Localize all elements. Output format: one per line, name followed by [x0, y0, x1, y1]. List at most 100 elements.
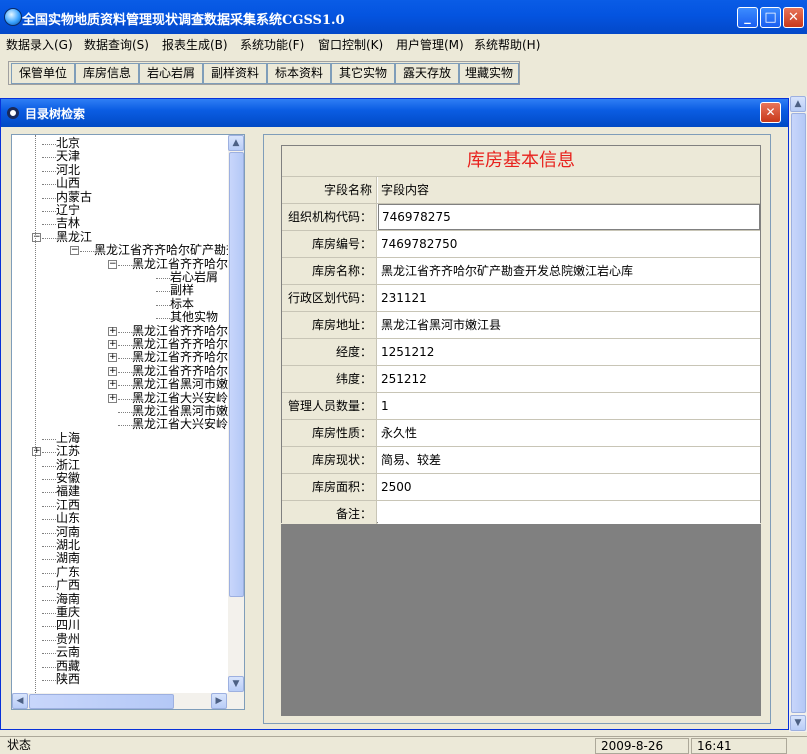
tree-node-warehouse[interactable]: 黑龙江省大兴安岭	[132, 418, 228, 431]
menu-user-management[interactable]: 用户管理(M)	[396, 36, 464, 53]
tree-node-province[interactable]: 四川	[56, 619, 80, 632]
tree-node-category[interactable]: 副样	[170, 284, 194, 297]
main-scroll-down-icon[interactable]: ▼	[790, 715, 806, 731]
menu-data-query[interactable]: 数据查询(S)	[84, 36, 149, 53]
tree-node-province[interactable]: 广西	[56, 579, 80, 592]
tree-node-province[interactable]: 内蒙古	[56, 190, 92, 204]
tree-node-province[interactable]: 云南	[56, 646, 80, 659]
field-value[interactable]: 2500	[378, 474, 760, 500]
tool-buried-samples[interactable]: 埋藏实物	[459, 63, 519, 84]
expand-icon[interactable]: +	[108, 340, 117, 349]
scroll-left-icon[interactable]: ◀	[12, 693, 28, 709]
child-close-button[interactable]: ✕	[760, 102, 781, 123]
table-header-row: 字段名称 字段内容	[282, 176, 760, 203]
tree-node-province[interactable]: 江西	[56, 498, 80, 512]
tree-vscroll-thumb[interactable]	[229, 152, 244, 597]
main-scroll-up-icon[interactable]: ▲	[790, 96, 806, 112]
tree-node-warehouse[interactable]: 黑龙江省齐齐哈尔	[132, 351, 228, 364]
tree-node-province[interactable]: 黑龙江	[56, 230, 92, 244]
tool-open-air-storage[interactable]: 露天存放	[395, 63, 459, 84]
tree-node-province[interactable]: 海南	[56, 592, 80, 606]
field-value[interactable]: 746978275	[378, 204, 760, 230]
scroll-right-icon[interactable]: ▶	[211, 693, 227, 709]
tree-vertical-scrollbar[interactable]: ▲ ▼	[228, 135, 244, 693]
expand-icon[interactable]: +	[108, 353, 117, 363]
collapse-icon[interactable]: −	[70, 246, 79, 256]
field-value[interactable]: 永久性	[378, 420, 760, 446]
tree-node-category[interactable]: 标本	[170, 297, 194, 311]
field-value[interactable]: 黑龙江省黑河市嫩江县	[378, 312, 760, 338]
tree-connector	[42, 237, 56, 239]
tool-specimens[interactable]: 标本资料	[267, 63, 331, 84]
field-value[interactable]: 251212	[378, 366, 760, 392]
tree-node-province[interactable]: 江苏	[56, 445, 80, 458]
app-globe-icon	[4, 8, 22, 26]
tree-node-province[interactable]: 陕西	[56, 673, 80, 686]
scroll-up-icon[interactable]: ▲	[228, 135, 244, 151]
tree-node-province[interactable]: 天津	[56, 150, 80, 163]
expand-icon[interactable]: +	[108, 393, 117, 403]
close-button[interactable]: ✕	[783, 7, 804, 28]
field-value[interactable]: 黑龙江省齐齐哈尔矿产勘查开发总院嫩江岩心库	[378, 258, 760, 284]
tool-duplicate-samples[interactable]: 副样资料	[203, 63, 267, 84]
tool-warehouse-info[interactable]: 库房信息	[75, 63, 139, 84]
field-value[interactable]: 1251212	[378, 339, 760, 365]
tree-node-province[interactable]: 辽宁	[56, 204, 80, 217]
menu-bar: 数据录入(G) 数据查询(S) 报表生成(B) 系统功能(F) 窗口控制(K) …	[0, 34, 807, 54]
tool-other-samples[interactable]: 其它实物	[331, 63, 395, 84]
tool-cores[interactable]: 岩心岩屑	[139, 63, 203, 84]
tree-node-province[interactable]: 山东	[56, 512, 80, 525]
tree-node-warehouse[interactable]: 黑龙江省齐齐哈尔	[132, 324, 228, 338]
expand-icon[interactable]: +	[32, 447, 41, 457]
tree-node-warehouse[interactable]: 黑龙江省大兴安岭	[132, 391, 228, 405]
maximize-button[interactable]: □	[760, 7, 781, 28]
main-vscroll-thumb[interactable]	[791, 113, 806, 713]
menu-data-entry[interactable]: 数据录入(G)	[6, 36, 73, 53]
scroll-down-icon[interactable]: ▼	[228, 676, 244, 692]
tree-connector	[156, 318, 170, 320]
main-vertical-scrollbar[interactable]: ▲ ▼	[789, 96, 807, 732]
tree-node-warehouse[interactable]: 黑龙江省齐齐哈尔	[132, 364, 228, 378]
expand-icon[interactable]: +	[108, 366, 117, 376]
tree-node-province[interactable]: 重庆	[56, 606, 80, 619]
tree-node-province[interactable]: 山西	[56, 177, 80, 190]
tree-node-province[interactable]: 西藏	[56, 659, 80, 673]
collapse-icon[interactable]: −	[108, 259, 117, 269]
collapse-icon[interactable]: −	[32, 232, 41, 242]
tree-node-institution[interactable]: 黑龙江省齐齐哈尔矿产勘查	[94, 244, 238, 257]
tree-node-province[interactable]: 湖南	[56, 552, 80, 565]
tree-node-category[interactable]: 其他实物	[170, 311, 218, 324]
field-value[interactable]: 231121	[378, 285, 760, 311]
tree-node-province[interactable]: 广东	[56, 565, 80, 579]
tree-node-province[interactable]: 河北	[56, 163, 80, 177]
expand-icon[interactable]: +	[108, 326, 117, 336]
menu-help[interactable]: 系统帮助(H)	[474, 36, 540, 53]
tree-node-province[interactable]: 吉林	[56, 217, 80, 230]
tree-node-province[interactable]: 北京	[56, 137, 80, 150]
tree-node-province[interactable]: 上海	[56, 431, 80, 445]
tree-node-warehouse[interactable]: 黑龙江省齐齐哈尔	[132, 257, 228, 271]
tree-node-province[interactable]: 福建	[56, 485, 80, 498]
empty-gray-area	[281, 524, 761, 716]
field-value[interactable]: 1	[378, 393, 760, 419]
tree-node-province[interactable]: 河南	[56, 525, 80, 539]
expand-icon[interactable]: +	[108, 380, 117, 390]
minimize-button[interactable]: _	[737, 7, 758, 28]
field-value[interactable]: 简易、较差	[378, 447, 760, 473]
title-bar[interactable]: 全国实物地质资料管理现状调查数据采集系统CGSS1.0 _ □ ✕	[0, 0, 807, 34]
tree-node-province[interactable]: 贵州	[56, 632, 80, 646]
tree-horizontal-scrollbar[interactable]: ◀ ▶	[12, 693, 244, 709]
tree-node-province[interactable]: 浙江	[56, 458, 80, 472]
tool-custodian-unit[interactable]: 保管单位	[11, 63, 75, 84]
field-value[interactable]: 7469782750	[378, 231, 760, 257]
menu-window-control[interactable]: 窗口控制(K)	[318, 36, 383, 53]
tree-connector	[118, 358, 132, 360]
tree-node-warehouse[interactable]: 黑龙江省黑河市嫩	[132, 378, 228, 391]
child-title-bar[interactable]: 目录树检索 ✕	[1, 99, 788, 127]
field-label: 库房现状：	[282, 447, 377, 473]
catalog-tree[interactable]: 北京 天津 河北 山西 内蒙古 辽宁 吉林 − 黑龙江 − 黑龙江省齐齐哈尔矿产勘查 − 黑龙江省齐齐哈…	[11, 134, 245, 710]
tree-connector	[42, 613, 56, 614]
menu-system-functions[interactable]: 系统功能(F)	[240, 36, 304, 53]
menu-report[interactable]: 报表生成(B)	[162, 36, 228, 53]
tree-hscroll-thumb[interactable]	[29, 694, 174, 709]
